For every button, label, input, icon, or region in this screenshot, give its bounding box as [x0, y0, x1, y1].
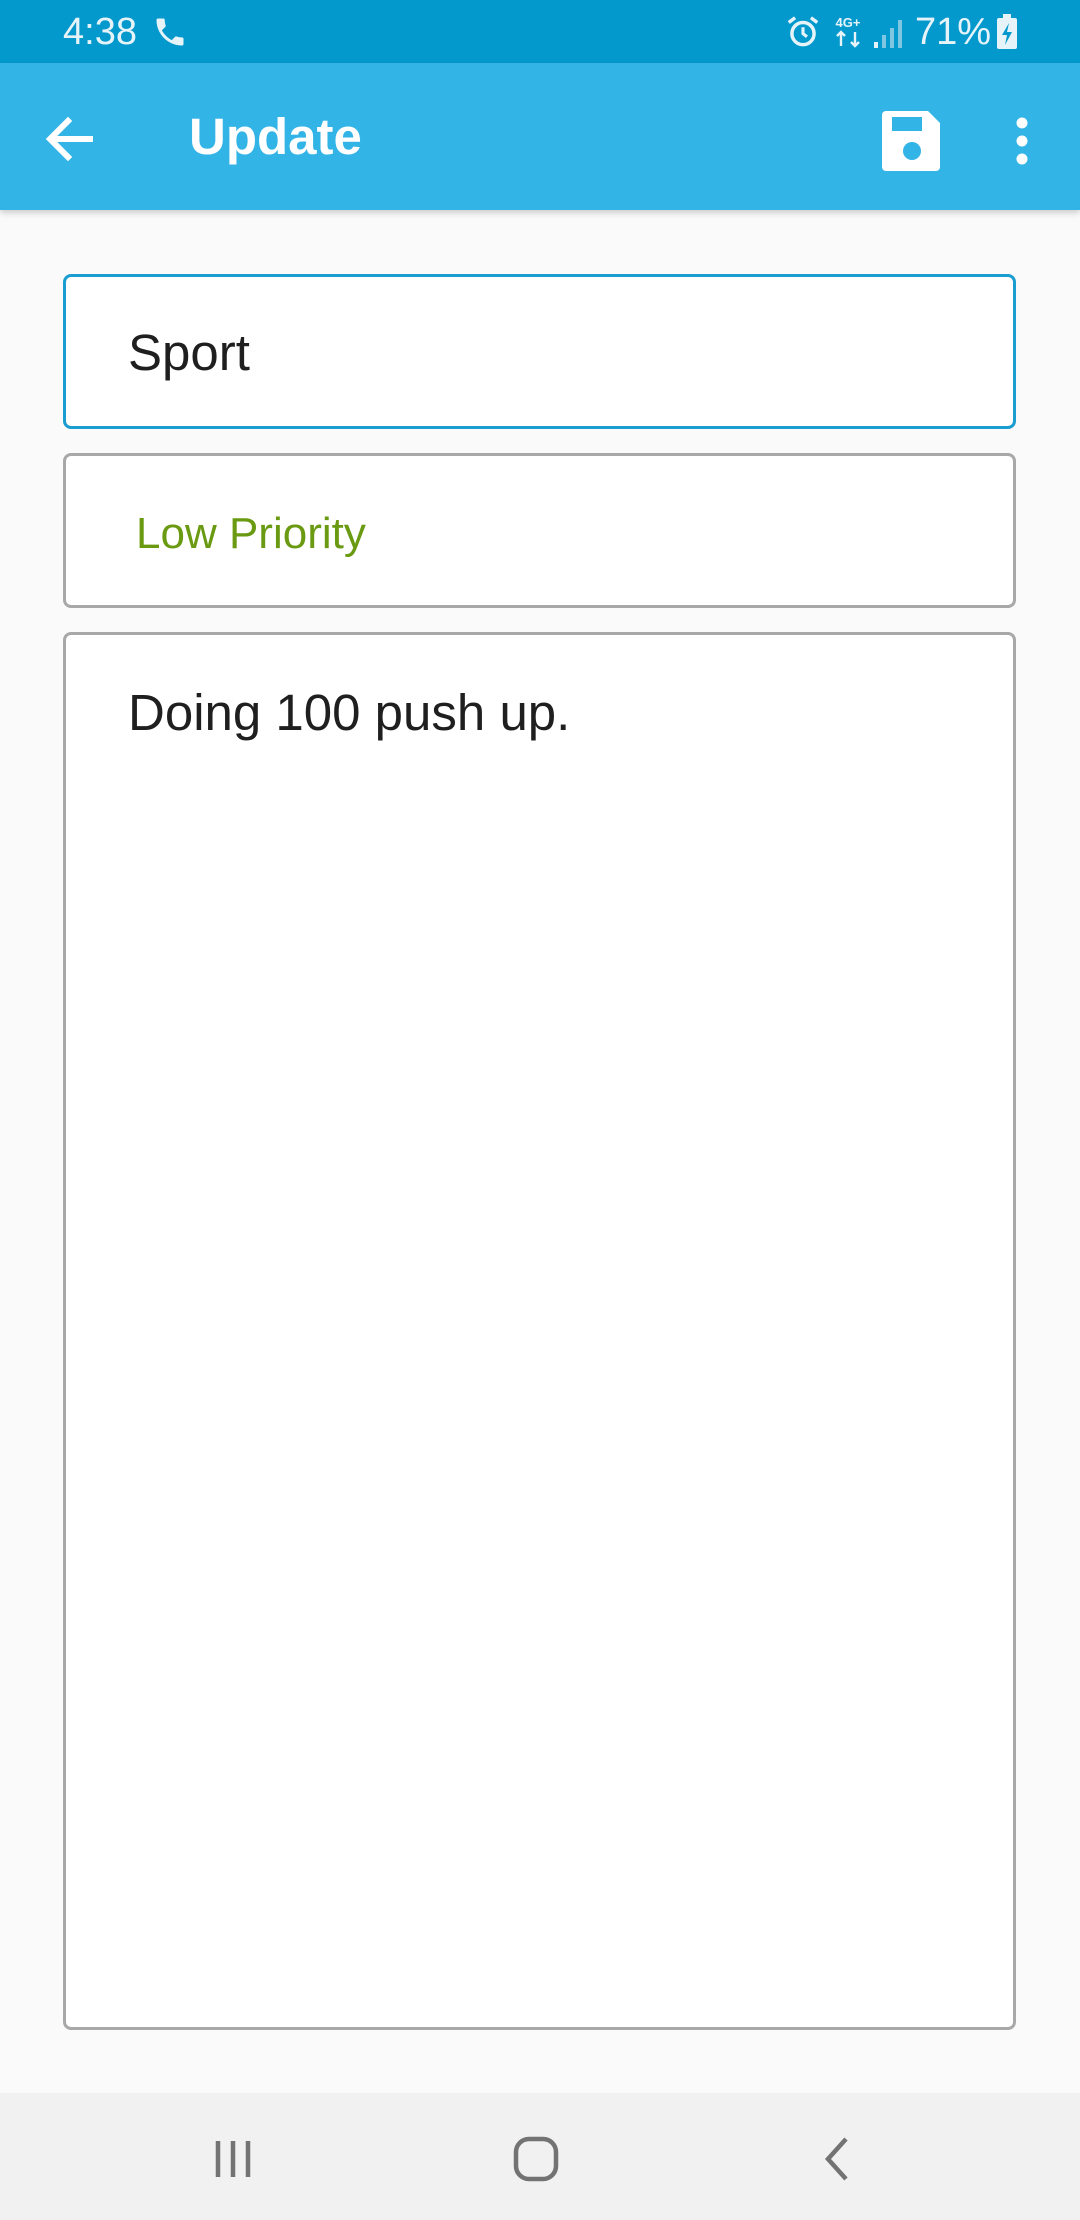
battery-charging-icon: [996, 14, 1018, 55]
back-icon: [824, 2137, 848, 2181]
description-field-value: Doing 100 push up.: [128, 684, 571, 741]
alarm-icon: [784, 13, 822, 56]
system-nav-bar: [0, 2093, 1080, 2220]
phone-icon: [152, 14, 188, 55]
network-4g-icon: 4G+: [828, 12, 868, 57]
recent-apps-icon: [215, 2141, 251, 2177]
svg-text:4G+: 4G+: [836, 15, 861, 30]
back-button[interactable]: [30, 99, 110, 179]
description-field[interactable]: Doing 100 push up.: [63, 632, 1016, 2030]
save-button[interactable]: [872, 101, 952, 181]
system-back-button[interactable]: [798, 2119, 878, 2199]
back-arrow-icon: [45, 116, 93, 162]
home-icon: [513, 2136, 559, 2182]
status-bar: 4:38 4G+ 71%: [0, 0, 1080, 63]
title-field-value: Sport: [128, 324, 250, 381]
home-button[interactable]: [496, 2119, 576, 2199]
more-options-button[interactable]: [1000, 101, 1044, 181]
more-vert-icon: [1016, 117, 1028, 165]
page-title: Update: [189, 108, 362, 165]
priority-dropdown-value: Low Priority: [136, 509, 366, 558]
title-field[interactable]: Sport: [63, 274, 1016, 429]
save-icon: [882, 111, 940, 171]
priority-dropdown[interactable]: Low Priority: [63, 453, 1016, 608]
recent-apps-button[interactable]: [193, 2119, 273, 2199]
signal-icon: [872, 14, 908, 55]
battery-percentage: 71%: [915, 11, 992, 53]
app-bar: Update: [0, 63, 1080, 210]
status-time: 4:38: [63, 11, 137, 53]
